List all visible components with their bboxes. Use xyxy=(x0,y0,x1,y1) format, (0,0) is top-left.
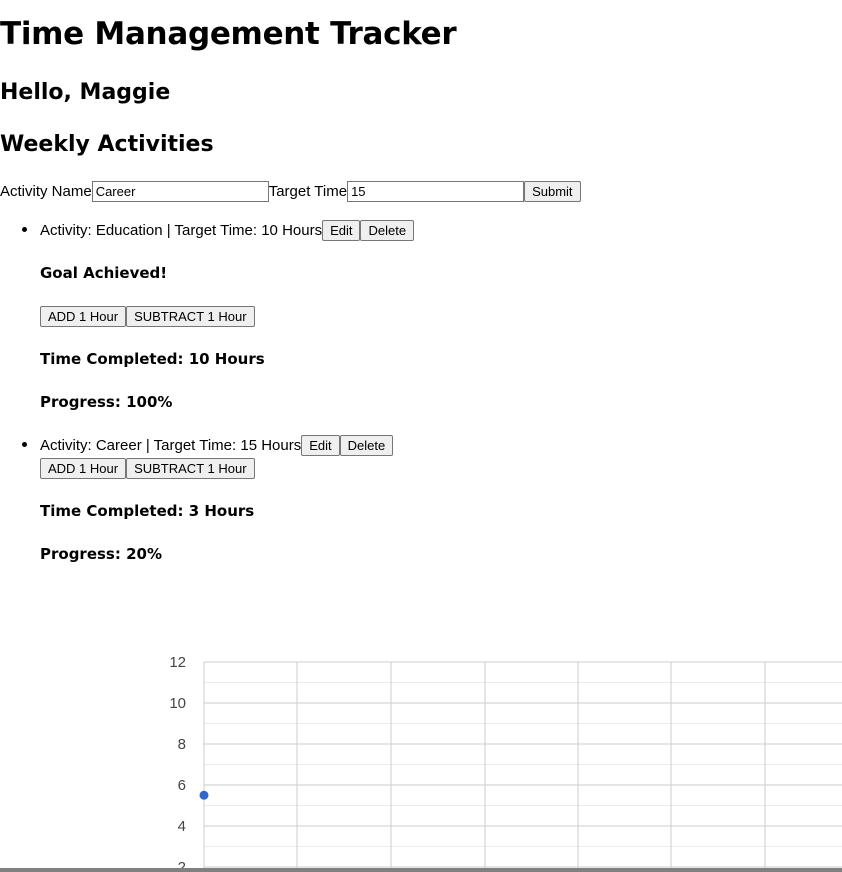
activity-name-input[interactable] xyxy=(91,180,269,202)
data-point xyxy=(199,790,209,800)
edit-button[interactable]: Edit xyxy=(301,434,340,456)
y-tick-label: 8 xyxy=(178,736,186,753)
bullet-icon xyxy=(22,442,27,447)
activity-summary-row: Activity: Career | Target Time: 15 Hours… xyxy=(40,434,394,456)
target-time-label: Target Time xyxy=(268,182,348,200)
hour-controls: ADD 1 Hour SUBTRACT 1 Hour xyxy=(40,458,255,479)
scrollbar-track[interactable] xyxy=(0,868,842,872)
time-completed-text: Time Completed: 3 Hours xyxy=(40,502,255,520)
delete-button[interactable]: Delete xyxy=(360,219,415,241)
activity-summary: Activity: Education | Target Time: 10 Ho… xyxy=(40,221,323,239)
subtract-hour-button[interactable]: SUBTRACT 1 Hour xyxy=(126,306,255,327)
add-hour-button[interactable]: ADD 1 Hour xyxy=(40,306,127,327)
page: Time Management Tracker Hello, Maggie We… xyxy=(0,0,842,872)
y-tick-label: 6 xyxy=(178,777,186,794)
y-tick-label: 4 xyxy=(178,818,186,835)
target-time-input[interactable] xyxy=(347,180,525,202)
page-title: Time Management Tracker xyxy=(0,16,457,52)
time-completed-text: Time Completed: 10 Hours xyxy=(40,350,265,368)
activity-name-label: Activity Name xyxy=(0,182,92,200)
progress-text: Progress: 20% xyxy=(40,545,162,563)
y-tick-label: 12 xyxy=(169,654,186,671)
y-tick-label: 10 xyxy=(169,695,186,712)
progress-chart: 12108642 xyxy=(169,654,842,872)
progress-text: Progress: 100% xyxy=(40,393,173,411)
add-activity-form: Activity Name Target Time Submit xyxy=(0,180,581,202)
goal-achieved-text: Goal Achieved! xyxy=(40,264,168,282)
edit-button[interactable]: Edit xyxy=(322,219,361,241)
greeting-heading: Hello, Maggie xyxy=(0,80,171,105)
submit-button[interactable]: Submit xyxy=(524,180,581,202)
add-hour-button[interactable]: ADD 1 Hour xyxy=(40,458,127,479)
subtract-hour-button[interactable]: SUBTRACT 1 Hour xyxy=(126,458,255,479)
bullet-icon xyxy=(22,227,27,232)
activity-summary-row: Activity: Education | Target Time: 10 Ho… xyxy=(40,219,415,241)
delete-button[interactable]: Delete xyxy=(339,434,394,456)
weekly-activities-heading: Weekly Activities xyxy=(0,132,214,157)
activity-summary: Activity: Career | Target Time: 15 Hours xyxy=(40,436,302,454)
hour-controls: ADD 1 Hour SUBTRACT 1 Hour xyxy=(40,306,255,327)
